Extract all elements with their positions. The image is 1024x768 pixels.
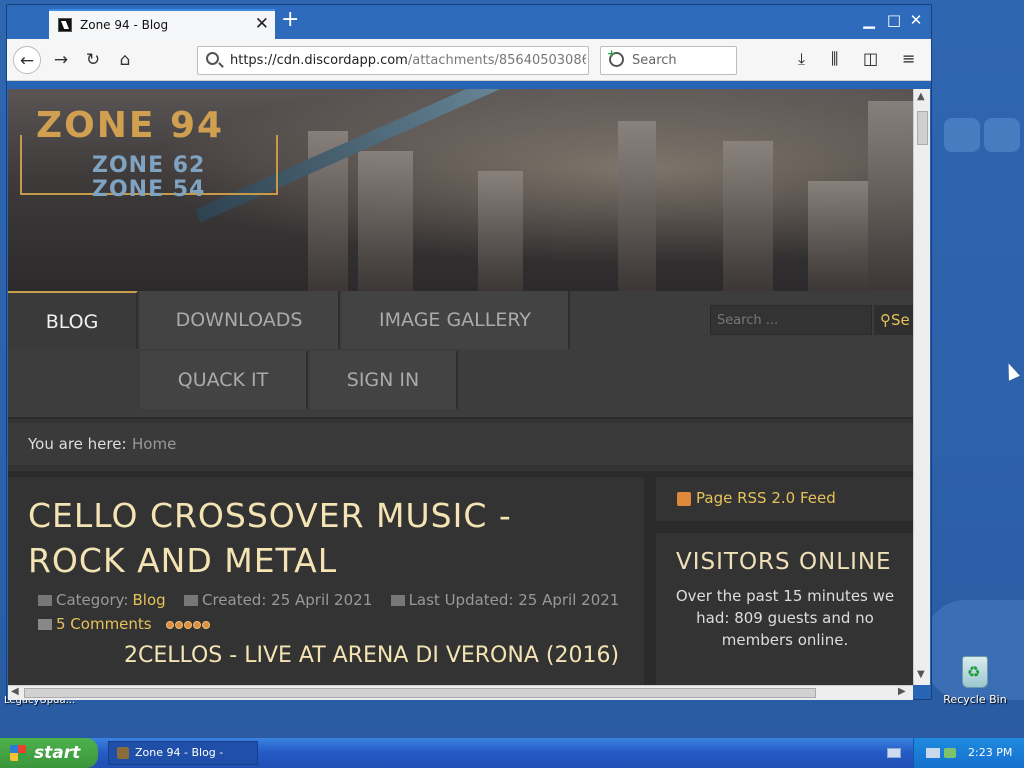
close-tab-icon[interactable]: ✕ xyxy=(255,14,269,34)
category-link[interactable]: Blog xyxy=(132,591,165,609)
trash-icon xyxy=(962,656,988,688)
page-viewport: ZONE 94 ZONE 62 ZONE 54 BLOG DOWNLOADS I… xyxy=(8,89,913,685)
site-menu: BLOG DOWNLOADS IMAGE GALLERY QUACK IT SI… xyxy=(8,291,913,417)
url-bar[interactable]: https://cdn.discordapp.com/attachments/8… xyxy=(197,46,589,75)
new-tab-button[interactable]: + xyxy=(281,7,299,32)
url-text: https://cdn.discordapp.com/attachments/8… xyxy=(230,53,586,68)
menu-downloads[interactable]: DOWNLOADS xyxy=(140,291,340,349)
mypal-app-icon xyxy=(117,747,129,759)
network-icon[interactable] xyxy=(926,748,940,758)
favicon-icon xyxy=(58,18,72,32)
comment-icon xyxy=(38,619,52,630)
sidebar-icon[interactable]: ◫ xyxy=(863,49,878,68)
search-engine-icon xyxy=(607,47,624,67)
breadcrumb-home: Home xyxy=(132,435,177,453)
rss-feed-link[interactable]: Page RSS 2.0 Feed xyxy=(656,477,913,521)
vertical-scrollbar[interactable]: ▲ ▼ xyxy=(913,89,930,685)
site-banner: ZONE 94 ZONE 62 ZONE 54 xyxy=(8,89,913,291)
taskbar-window-button[interactable]: Zone 94 - Blog - Mypal xyxy=(108,741,258,765)
site-logo[interactable]: ZONE 94 ZONE 62 ZONE 54 xyxy=(20,105,278,203)
search-icon: ⚲ xyxy=(880,311,891,329)
start-button[interactable]: start xyxy=(0,738,98,768)
article: CELLO CROSSOVER MUSIC - ROCK AND METAL C… xyxy=(8,477,644,685)
library-icon[interactable]: ⫼ xyxy=(831,49,838,69)
search-input[interactable]: Search xyxy=(600,46,737,75)
menu-sign-in[interactable]: SIGN IN xyxy=(310,351,458,409)
scroll-right-icon[interactable]: ▶ xyxy=(898,686,906,697)
article-title[interactable]: CELLO CROSSOVER MUSIC - ROCK AND METAL xyxy=(28,493,618,583)
browser-window: Zone 94 - Blog ✕ + ▁ □ ✕ ← → ↻ ⌂ https:/… xyxy=(6,4,932,700)
system-tray: 2:23 PM xyxy=(913,738,1024,768)
reload-button[interactable]: ↻ xyxy=(79,46,107,74)
visitors-title: VISITORS ONLINE xyxy=(676,549,892,575)
created-date: Created: 25 April 2021 xyxy=(201,591,373,609)
menu-icon[interactable]: ≡ xyxy=(902,49,915,68)
download-icon[interactable]: ⤓ xyxy=(798,49,805,69)
scroll-down-icon[interactable]: ▼ xyxy=(917,669,925,680)
close-window-button[interactable]: ✕ xyxy=(906,11,926,29)
horizontal-scrollbar[interactable]: ◀ ▶ xyxy=(8,685,913,700)
search-icon xyxy=(206,52,219,65)
search-placeholder: Search xyxy=(632,53,677,68)
breadcrumb-label: You are here: xyxy=(28,435,127,453)
scroll-left-icon[interactable]: ◀ xyxy=(11,686,19,697)
calendar-icon xyxy=(390,595,405,606)
scroll-up-icon[interactable]: ▲ xyxy=(917,91,925,102)
back-button[interactable]: ← xyxy=(13,46,41,74)
site-search-input[interactable]: Search ... xyxy=(710,305,872,335)
keyboard-icon[interactable] xyxy=(887,748,901,758)
taskbar: start Zone 94 - Blog - Mypal 2:23 PM xyxy=(0,738,1024,768)
breadcrumb: You are here: Home xyxy=(8,419,913,471)
rating-stars[interactable] xyxy=(166,615,211,633)
home-button[interactable]: ⌂ xyxy=(111,46,139,74)
recycle-bin-icon[interactable]: Recycle Bin xyxy=(942,656,1008,706)
clock[interactable]: 2:23 PM xyxy=(968,746,1012,759)
tab-strip: Zone 94 - Blog ✕ + ▁ □ ✕ xyxy=(7,5,931,39)
desktop-decoration xyxy=(940,118,1024,154)
security-icon[interactable] xyxy=(944,748,956,758)
tab-zone94-blog[interactable]: Zone 94 - Blog ✕ xyxy=(49,9,275,39)
article-subheading: 2CELLOS - LIVE AT ARENA DI VERONA (2016) xyxy=(124,643,620,668)
hscroll-thumb[interactable] xyxy=(24,688,816,698)
tab-title: Zone 94 - Blog xyxy=(80,18,169,32)
mouse-cursor-icon xyxy=(1002,361,1020,381)
article-meta: Category: Blog Created: 25 April 2021 Las… xyxy=(38,591,623,609)
sidebar: Page RSS 2.0 Feed VISITORS ONLINE Over t… xyxy=(656,477,913,685)
comments-link[interactable]: 5 Comments xyxy=(56,615,152,633)
windows-logo-icon xyxy=(10,745,26,761)
updated-date: Last Updated: 25 April 2021 xyxy=(408,591,620,609)
rss-icon xyxy=(677,492,691,506)
site-search-button[interactable]: ⚲Se xyxy=(874,305,913,335)
recycle-bin-label: Recycle Bin xyxy=(943,693,1007,706)
site-search-placeholder: Search ... xyxy=(717,313,779,328)
article-meta-2: 5 Comments xyxy=(38,615,211,633)
calendar-icon xyxy=(183,595,198,606)
minimize-button[interactable]: ▁ xyxy=(859,11,879,29)
forward-button[interactable]: → xyxy=(47,46,75,74)
maximize-button[interactable]: □ xyxy=(884,11,904,29)
menu-quack-it[interactable]: QUACK IT xyxy=(140,351,308,409)
navigation-toolbar: ← → ↻ ⌂ https://cdn.discordapp.com/attac… xyxy=(7,39,931,81)
menu-image-gallery[interactable]: IMAGE GALLERY xyxy=(342,291,570,349)
visitors-text: Over the past 15 minutes we had: 809 gue… xyxy=(675,587,895,649)
scroll-thumb[interactable] xyxy=(917,111,928,145)
menu-blog[interactable]: BLOG xyxy=(8,291,138,349)
folder-icon xyxy=(38,595,52,606)
rss-label: Page RSS 2.0 Feed xyxy=(696,489,836,507)
visitors-online-module: VISITORS ONLINE Over the past 15 minutes… xyxy=(656,533,913,685)
